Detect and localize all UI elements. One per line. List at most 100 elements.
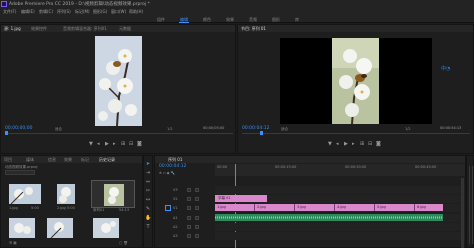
- tab-effects[interactable]: 效果: [64, 157, 72, 163]
- workspace-libraries[interactable]: 库: [295, 17, 299, 23]
- solo-icon[interactable]: [195, 225, 199, 229]
- audio-clip[interactable]: [215, 214, 443, 221]
- extract-icon[interactable]: ⊟: [368, 141, 372, 147]
- timeline-timecode[interactable]: 00:00:04:12: [159, 164, 186, 169]
- project-search-input[interactable]: [5, 170, 35, 175]
- workspace-effects[interactable]: 效果: [226, 17, 234, 23]
- eye-icon[interactable]: [195, 206, 199, 210]
- track-label: V3: [173, 188, 178, 192]
- tab-info[interactable]: 信息: [48, 157, 56, 163]
- mark-in-icon[interactable]: ▼: [89, 141, 93, 147]
- video-clip[interactable]: 4.jpg: [335, 204, 375, 211]
- new-item-icon[interactable]: ▢ 🗑: [119, 241, 128, 245]
- track-label: V1: [173, 206, 178, 210]
- project-item-sequence[interactable]: [91, 180, 135, 208]
- tab-history[interactable]: 历史记录: [99, 157, 115, 163]
- tab-project[interactable]: 项目: [4, 157, 12, 163]
- tab-media[interactable]: 媒体: [26, 157, 34, 163]
- project-item-thumbnail[interactable]: [9, 218, 35, 238]
- selection-tool-icon[interactable]: ➤: [145, 161, 151, 167]
- track-lane-v3[interactable]: [215, 186, 465, 194]
- workspace-audio[interactable]: 音频: [249, 17, 257, 23]
- source-zoom[interactable]: 适合: [55, 127, 62, 132]
- export-frame-icon[interactable]: ◙: [137, 141, 142, 147]
- program-time-ruler[interactable]: [242, 133, 470, 134]
- solo-icon[interactable]: [195, 234, 199, 238]
- track-lane-a3[interactable]: [215, 232, 465, 240]
- solo-icon[interactable]: [195, 216, 199, 220]
- list-view-icon[interactable]: ☰ ▦: [9, 241, 17, 245]
- timeline-panel: 序列 01 00:00:04:12 ⊕ ∩ ◆ 🔧 00:00 00:00:15…: [154, 155, 466, 248]
- workspace-color[interactable]: 颜色: [203, 17, 211, 23]
- type-tool-icon[interactable]: T: [145, 224, 151, 230]
- workspace-graphics[interactable]: 图形: [272, 17, 280, 23]
- program-resolution[interactable]: 1/2: [405, 127, 411, 131]
- program-mark-in-icon[interactable]: ▼: [328, 141, 332, 147]
- eye-icon[interactable]: [195, 188, 199, 192]
- tab-markers[interactable]: 标记: [81, 157, 89, 163]
- overwrite-icon[interactable]: ⊟: [129, 141, 133, 147]
- program-timecode[interactable]: 00:00:04:12: [242, 126, 269, 131]
- lock-icon[interactable]: [187, 188, 191, 192]
- razor-tool-icon[interactable]: ✂: [145, 188, 151, 194]
- ruler-label: 00:00: [217, 165, 228, 169]
- ripple-edit-tool-icon[interactable]: ⇔: [145, 179, 151, 185]
- program-playhead[interactable]: [260, 131, 263, 135]
- video-clip[interactable]: 6.jpg: [415, 204, 443, 211]
- lock-icon[interactable]: [187, 206, 191, 210]
- program-zoom[interactable]: 适合: [281, 127, 288, 132]
- source-timecode[interactable]: 00;00;00;00: [5, 126, 32, 131]
- project-item-thumbnail[interactable]: [57, 184, 75, 204]
- meter-bar-left: [469, 166, 470, 244]
- tab-audio-clip-mixer[interactable]: 音频剪辑混合器: 序列01: [63, 26, 107, 32]
- source-resolution[interactable]: 1/2: [167, 127, 173, 131]
- mute-icon[interactable]: [187, 234, 191, 238]
- lock-icon[interactable]: [187, 197, 191, 201]
- program-step-forward-icon[interactable]: ▸: [352, 141, 355, 147]
- project-item-thumbnail[interactable]: [93, 218, 119, 238]
- audio-waveform: [215, 216, 443, 219]
- track-lane-a2[interactable]: [215, 223, 465, 231]
- project-item-name: 2.jpg: [57, 206, 66, 210]
- source-patch-v1[interactable]: [165, 205, 171, 211]
- source-playhead[interactable]: [5, 131, 8, 135]
- hand-tool-icon[interactable]: ✋: [145, 215, 151, 221]
- timeline-vertical-scrollbar[interactable]: [461, 178, 464, 248]
- timeline-tabs: 序列 01: [155, 156, 465, 163]
- tab-metadata[interactable]: 元数据: [119, 26, 131, 32]
- ime-indicator-icon[interactable]: 中◔: [441, 65, 450, 72]
- title-clip[interactable]: 字幕 01: [215, 195, 267, 202]
- timeline-ruler[interactable]: 00:00 00:00:15:00 00:00:30:00 00:00:45:0…: [215, 164, 465, 176]
- lift-icon[interactable]: ⊞: [360, 141, 364, 147]
- mute-icon[interactable]: [187, 225, 191, 229]
- slip-tool-icon[interactable]: ↔: [145, 197, 151, 203]
- project-item-thumbnail[interactable]: [47, 218, 73, 238]
- video-clip[interactable]: 3.jpg: [295, 204, 335, 211]
- tab-source[interactable]: 源: 1.jpg: [4, 26, 21, 32]
- insert-icon[interactable]: ⊞: [121, 141, 125, 147]
- mute-icon[interactable]: [187, 216, 191, 220]
- project-item-thumbnail[interactable]: [9, 184, 41, 204]
- tab-program[interactable]: 节目: 序列 01: [241, 26, 266, 32]
- program-export-frame-icon[interactable]: ◙: [376, 141, 381, 147]
- program-play-icon[interactable]: ▶: [344, 141, 348, 147]
- step-back-icon[interactable]: ◂: [97, 141, 100, 147]
- video-clip[interactable]: 2.jpg: [255, 204, 295, 211]
- tab-effect-controls[interactable]: 效果控件: [31, 26, 47, 32]
- play-icon[interactable]: ▶: [105, 141, 109, 147]
- menu-bar: 文件(F) 编辑(E) 剪辑(C) 序列(S) 标记(M) 图形(G) 窗口(W…: [0, 8, 474, 15]
- thumb-7: [93, 218, 119, 238]
- active-workspace-underline: [179, 22, 189, 23]
- video-clip[interactable]: 1.jpg: [215, 204, 255, 211]
- video-clip[interactable]: 5.jpg: [375, 204, 415, 211]
- program-step-back-icon[interactable]: ◂: [336, 141, 339, 147]
- eye-icon[interactable]: [195, 197, 199, 201]
- timeline-tool-icons[interactable]: ⊕ ∩ ◆ 🔧: [159, 171, 175, 175]
- tab-sequence[interactable]: 序列 01: [168, 157, 182, 163]
- track-select-tool-icon[interactable]: ⇥: [145, 170, 151, 176]
- step-forward-icon[interactable]: ▸: [113, 141, 116, 147]
- workspace-assembly[interactable]: 组件: [157, 17, 165, 23]
- project-item-name: 1.jpg: [9, 206, 18, 210]
- pen-tool-icon[interactable]: ✎: [145, 206, 151, 212]
- source-time-ruler[interactable]: [5, 133, 233, 134]
